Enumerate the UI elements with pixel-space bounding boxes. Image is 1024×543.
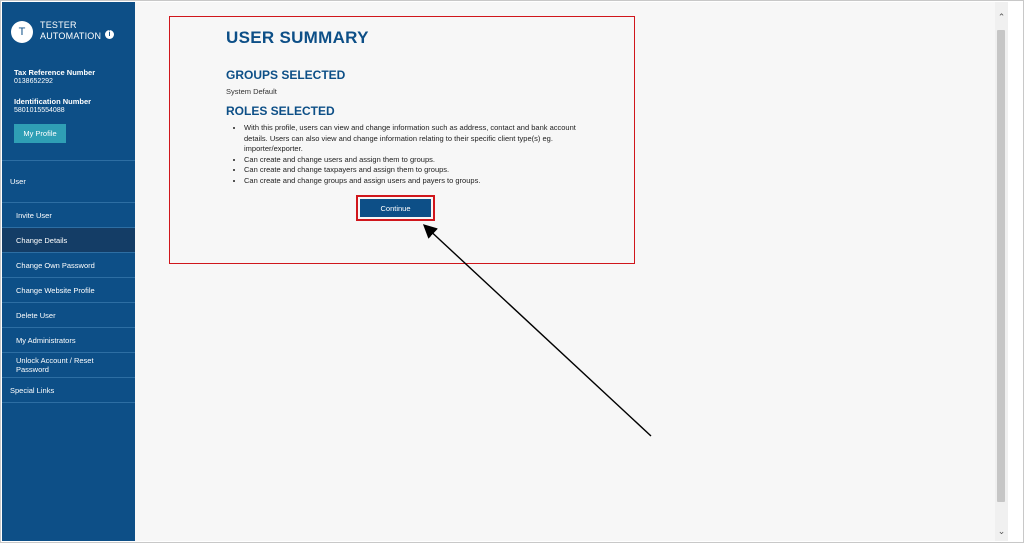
scroll-down-icon[interactable]: ⌄	[995, 524, 1008, 538]
vertical-scrollbar[interactable]: ⌃ ⌄	[995, 2, 1008, 541]
scroll-up-icon[interactable]: ⌃	[995, 10, 1008, 24]
arrow-line	[422, 224, 652, 437]
scroll-thumb[interactable]	[997, 30, 1005, 502]
callout-arrow	[422, 224, 652, 437]
